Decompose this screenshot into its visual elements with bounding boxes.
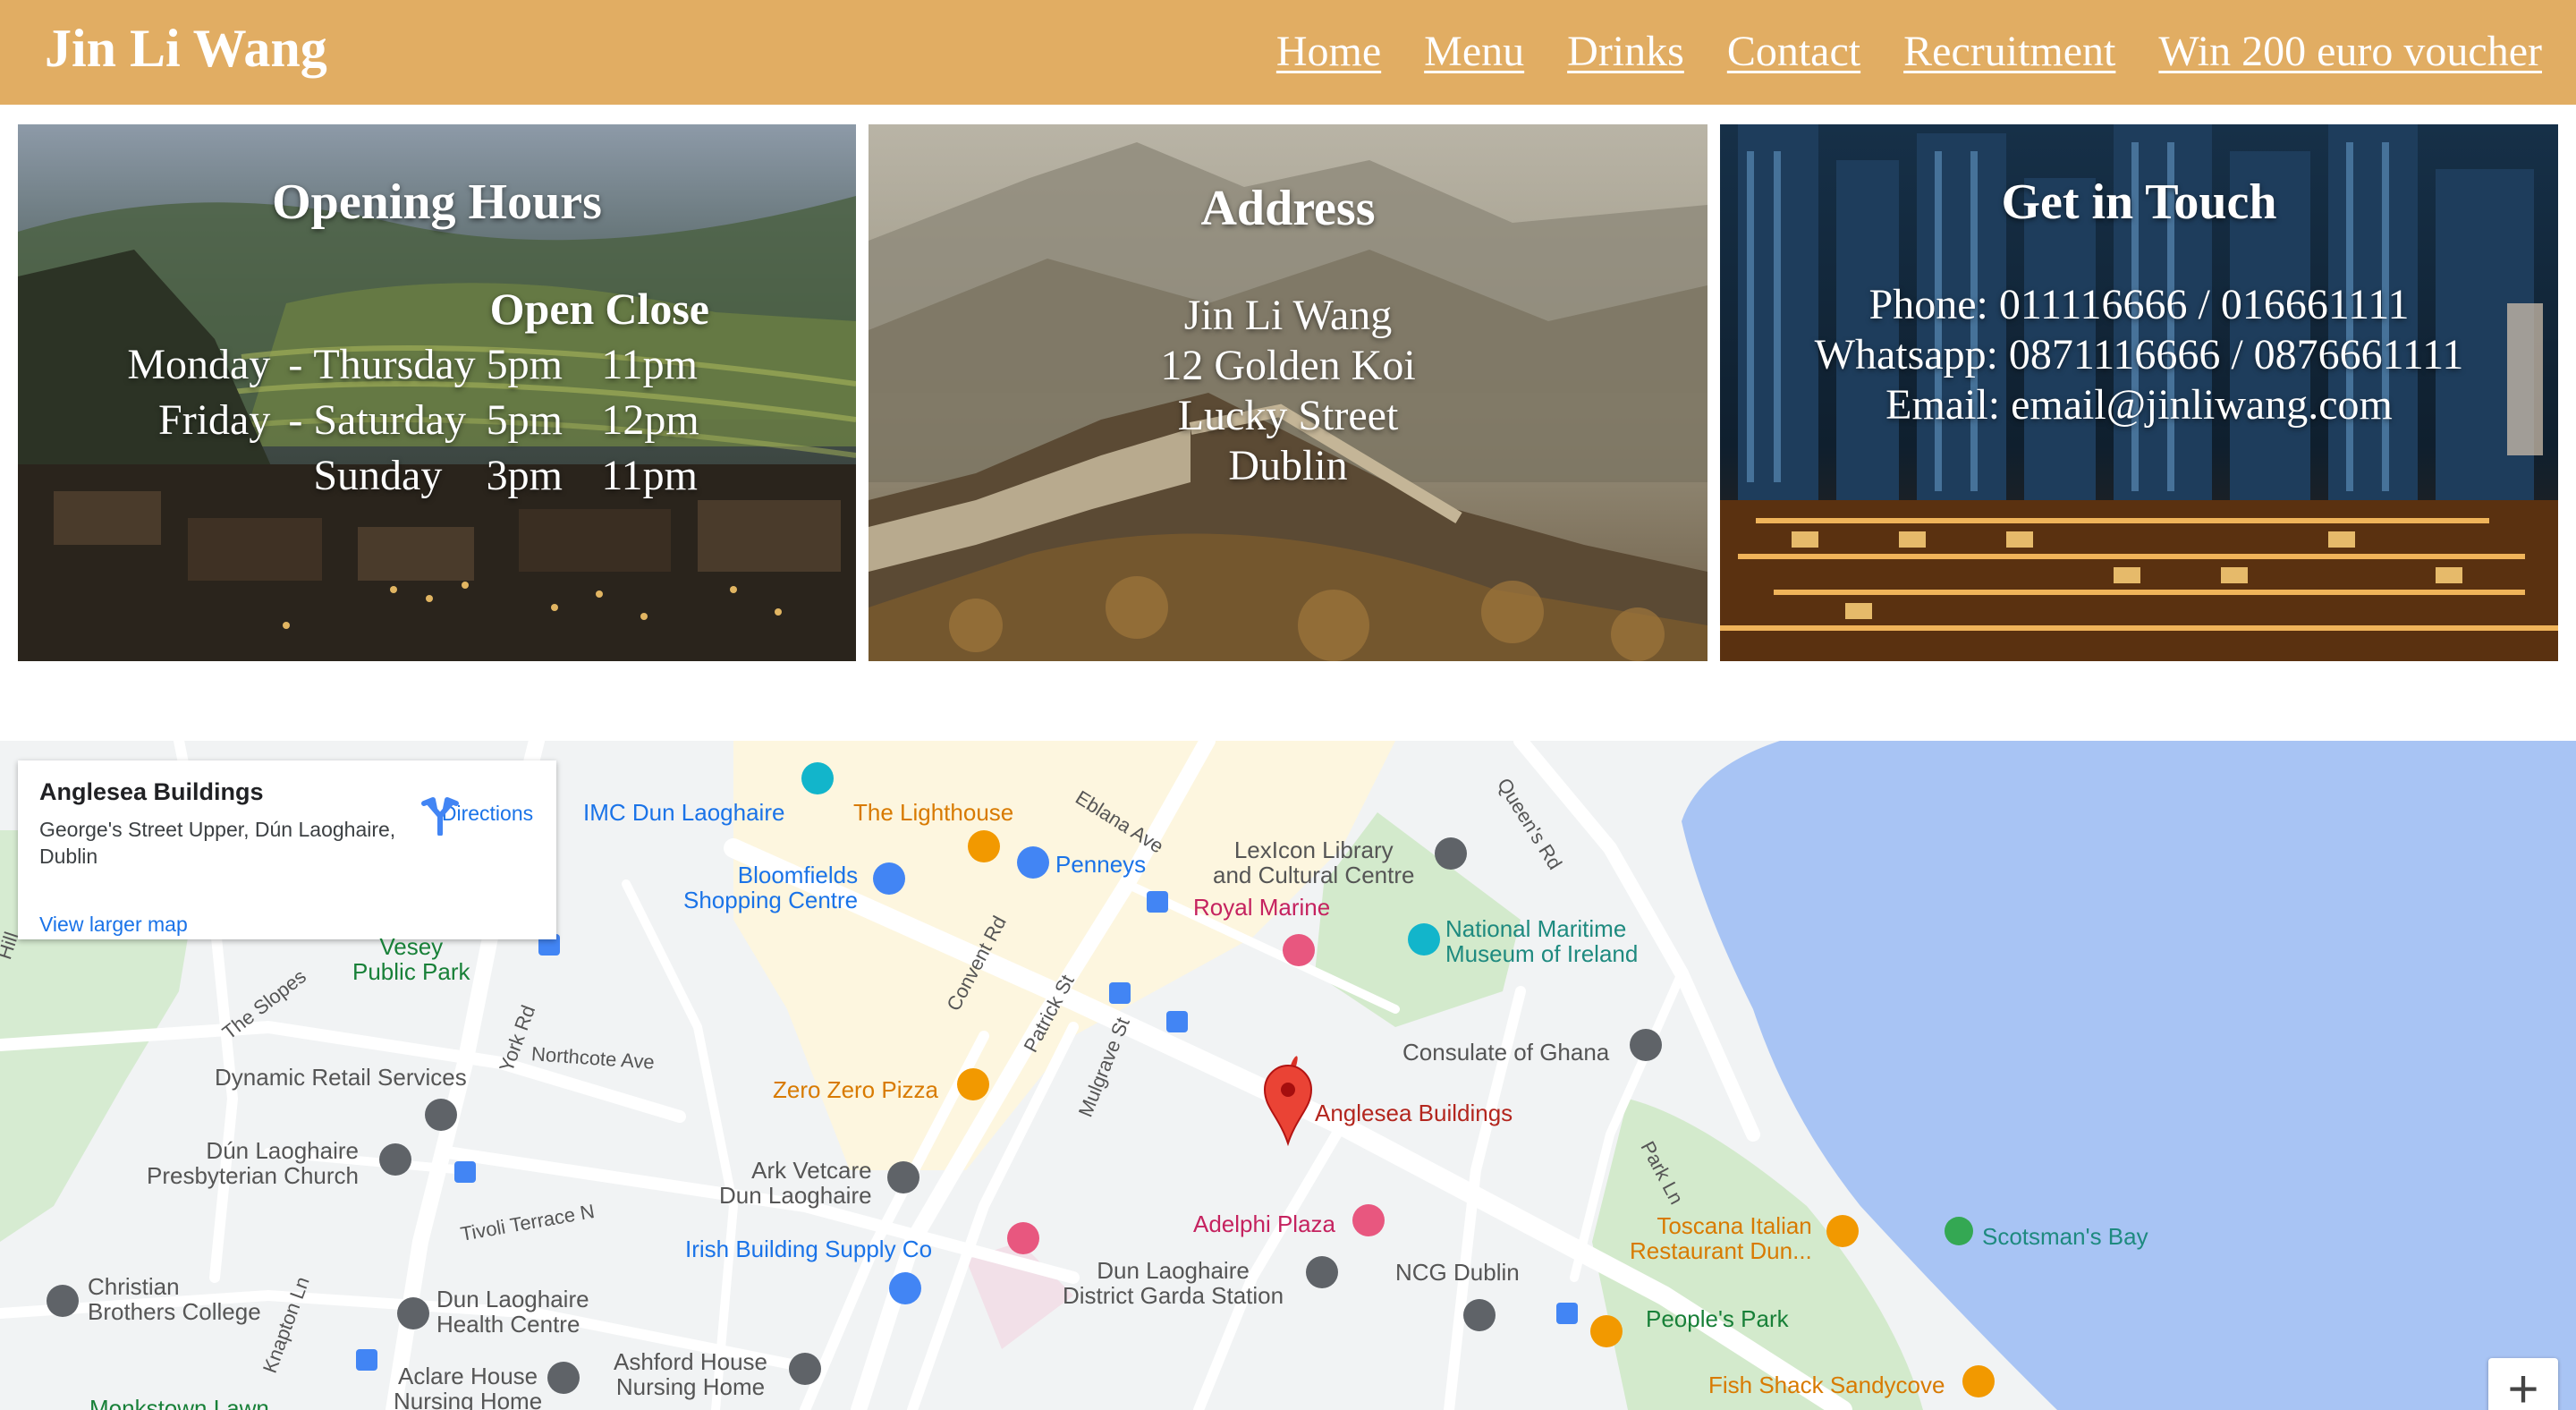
- site-header: Jin Li Wang Home Menu Drinks Contact Rec…: [0, 0, 2576, 105]
- poi-peoples-park[interactable]: People's Park: [1646, 1306, 1789, 1331]
- phone-line: Phone: 011116666 / 016661111: [1868, 281, 2410, 328]
- col-close: Close: [605, 284, 709, 334]
- close-time: 11pm: [601, 340, 698, 388]
- contact-title: Get in Touch: [2001, 174, 2277, 230]
- poi-irish-building[interactable]: Irish Building Supply Co: [685, 1236, 932, 1261]
- poi-anglesea[interactable]: Anglesea Buildings: [1315, 1100, 1513, 1125]
- address-title: Address: [1200, 181, 1376, 236]
- poi-presbyterian[interactable]: Dún Laoghaire Presbyterian Church: [147, 1138, 359, 1188]
- day-from: [118, 447, 279, 503]
- address-line: 12 Golden Koi: [1160, 342, 1416, 389]
- opening-hours-panel: Opening Hours Open Close Monday - Thursd…: [18, 124, 856, 661]
- poi-consulate[interactable]: Consulate of Ghana: [1402, 1040, 1609, 1065]
- day-from: Monday: [127, 340, 271, 388]
- hours-title: Opening Hours: [272, 174, 602, 230]
- poi-lighthouse[interactable]: The Lighthouse: [853, 800, 1013, 825]
- whatsapp-line: Whatsapp: 0871116666 / 0876661111: [1814, 331, 2464, 378]
- contact-panel: Get in Touch Phone: 011116666 / 01666111…: [1720, 124, 2558, 661]
- poi-monkstown[interactable]: Monkstown Lawn: [89, 1396, 269, 1410]
- place-address: George's Street Upper, Dún Laoghaire, Du…: [39, 818, 396, 868]
- directions-button[interactable]: Directions: [420, 796, 555, 836]
- open-time: 5pm: [486, 340, 563, 388]
- day-from: Friday: [158, 395, 271, 444]
- hours-row: Friday - Saturday 5pm 12pm: [118, 392, 715, 447]
- directions-icon: [421, 797, 459, 836]
- contact-lines: Phone: 011116666 / 016661111 Whatsapp: 0…: [1720, 280, 2558, 430]
- nav-menu[interactable]: Menu: [1424, 27, 1524, 76]
- poi-scotsmans-bay[interactable]: Scotsman's Bay: [1982, 1224, 2148, 1249]
- address-lines: Jin Li Wang 12 Golden Koi Lucky Street D…: [869, 291, 1707, 491]
- day-dash: [279, 447, 311, 503]
- address-line: Jin Li Wang: [1183, 292, 1393, 339]
- hours-table: Open Close Monday - Thursday 5pm 11pm Fr…: [118, 281, 715, 503]
- main-nav: Home Menu Drinks Contact Recruitment Win…: [1276, 27, 2542, 76]
- nav-voucher[interactable]: Win 200 euro voucher: [2158, 27, 2542, 76]
- day-dash: -: [288, 340, 303, 388]
- poi-toscana[interactable]: Toscana Italian Restaurant Dun...: [1630, 1213, 1812, 1263]
- zoom-in-button[interactable]: +: [2488, 1358, 2558, 1410]
- poi-bloomfields[interactable]: Bloomfields Shopping Centre: [683, 862, 858, 913]
- poi-adelphi[interactable]: Adelphi Plaza: [1193, 1211, 1335, 1236]
- email-line[interactable]: Email: email@jinliwang.com: [1720, 380, 2558, 430]
- hours-row: Monday - Thursday 5pm 11pm: [118, 336, 715, 392]
- day-dash: -: [288, 395, 303, 444]
- nav-recruitment[interactable]: Recruitment: [1903, 27, 2115, 76]
- place-info-card: Anglesea Buildings George's Street Upper…: [18, 760, 556, 939]
- embedded-map[interactable]: Anglesea Buildings George's Street Upper…: [0, 741, 2576, 1410]
- col-open: Open: [489, 284, 595, 334]
- address-panel: Address Jin Li Wang 12 Golden Koi Lucky …: [869, 124, 1707, 661]
- day-to: Thursday: [313, 340, 476, 388]
- brand-name[interactable]: Jin Li Wang: [45, 18, 327, 80]
- location-pin: [1263, 1056, 1313, 1147]
- open-time: 3pm: [486, 451, 563, 499]
- poi-penneys[interactable]: Penneys: [1055, 852, 1146, 877]
- poi-ashford[interactable]: Ashford House Nursing Home: [614, 1349, 767, 1399]
- poi-maritime-museum[interactable]: National Maritime Museum of Ireland: [1445, 916, 1638, 966]
- nav-home[interactable]: Home: [1276, 27, 1381, 76]
- poi-christian-brothers[interactable]: Christian Brothers College: [88, 1274, 261, 1324]
- poi-lexicon[interactable]: LexIcon Library and Cultural Centre: [1213, 837, 1414, 888]
- poi-fish-shack[interactable]: Fish Shack Sandycove: [1708, 1372, 1945, 1397]
- poi-dynamic-retail[interactable]: Dynamic Retail Services: [215, 1065, 467, 1090]
- address-line: Dublin: [1228, 442, 1348, 489]
- poi-zero-zero-pizza[interactable]: Zero Zero Pizza: [773, 1077, 938, 1102]
- poi-ncg[interactable]: NCG Dublin: [1395, 1260, 1520, 1285]
- nav-contact[interactable]: Contact: [1727, 27, 1860, 76]
- poi-health-centre[interactable]: Dun Laoghaire Health Centre: [436, 1287, 589, 1337]
- hours-row: Sunday 3pm 11pm: [118, 447, 715, 503]
- nav-drinks[interactable]: Drinks: [1567, 27, 1684, 76]
- close-time: 11pm: [601, 451, 698, 499]
- poi-aclare[interactable]: Aclare House Nursing Home: [394, 1363, 542, 1410]
- place-title: Anglesea Buildings: [39, 778, 264, 805]
- view-larger-map-link[interactable]: View larger map: [39, 913, 188, 937]
- poi-vesey-park[interactable]: Vesey Public Park: [352, 934, 470, 984]
- close-time: 12pm: [601, 395, 699, 444]
- hours-header-row: Open Close: [118, 281, 715, 336]
- address-line: Lucky Street: [1177, 392, 1399, 439]
- day-to: Saturday: [313, 395, 466, 444]
- poi-imc[interactable]: IMC Dun Laoghaire: [583, 800, 784, 825]
- poi-garda[interactable]: Dun Laoghaire District Garda Station: [1063, 1258, 1284, 1308]
- poi-ark-vetcare[interactable]: Ark Vetcare Dun Laoghaire: [719, 1158, 872, 1208]
- poi-royal-marine[interactable]: Royal Marine: [1193, 895, 1330, 920]
- open-time: 5pm: [486, 395, 563, 444]
- day-to: Sunday: [313, 451, 443, 499]
